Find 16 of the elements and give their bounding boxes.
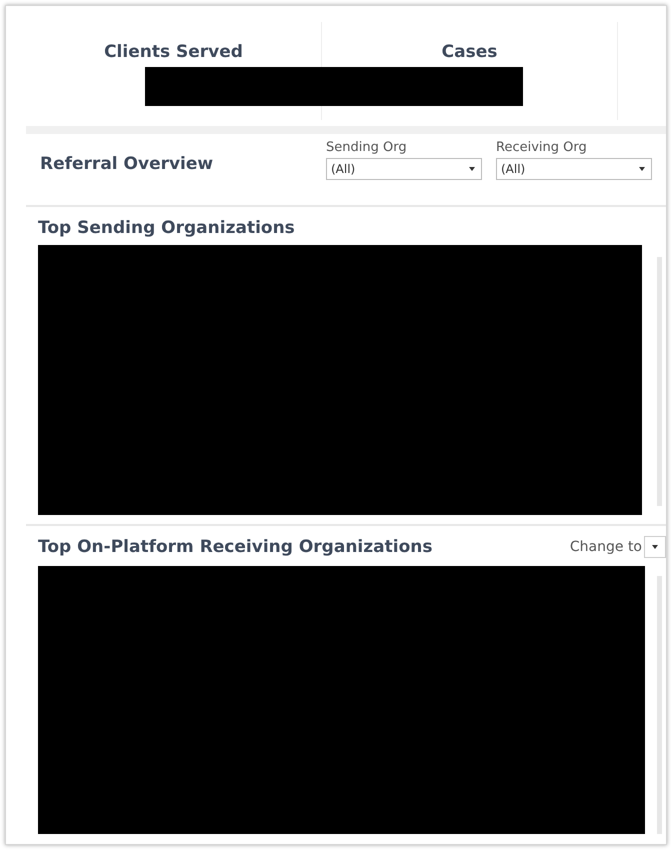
caret-icon xyxy=(652,544,658,549)
kpi-label: Clients Served xyxy=(104,42,243,64)
panel-title: Top On-Platform Receiving Organizations xyxy=(38,536,432,557)
filter-label: Receiving Org xyxy=(496,140,588,154)
filter-dropdown[interactable]: (All) xyxy=(326,158,482,180)
section-title: Referral Overview xyxy=(40,154,214,174)
dropdown-button[interactable] xyxy=(644,536,666,558)
filter-dropdown[interactable]: (All) xyxy=(496,158,652,180)
scrollbar[interactable] xyxy=(657,257,662,506)
control-label: Change to xyxy=(570,538,642,555)
kpi-label: Cases xyxy=(442,42,498,64)
caret-icon xyxy=(469,166,475,170)
caret-icon xyxy=(639,166,645,170)
panel-title: Top Sending Organizations xyxy=(38,218,295,238)
filter-label: Sending Org xyxy=(326,140,408,154)
scrollbar[interactable] xyxy=(657,576,662,834)
